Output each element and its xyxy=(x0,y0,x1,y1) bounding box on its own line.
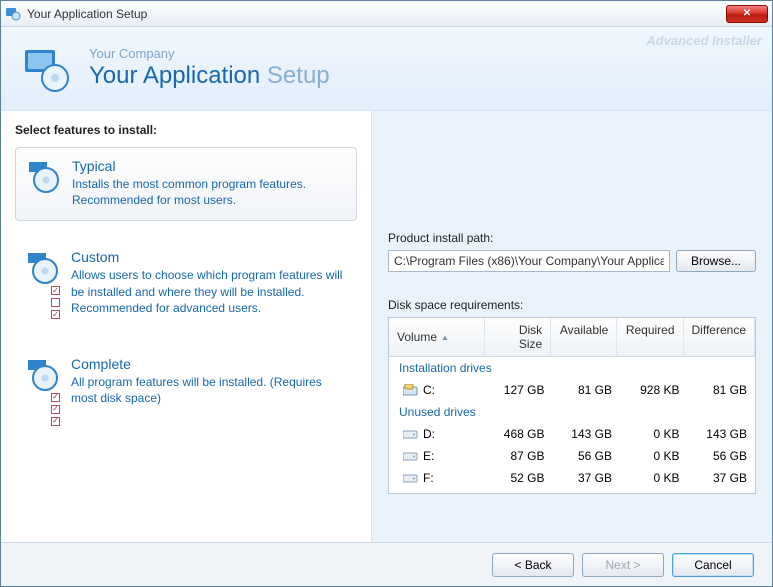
cell-diff: 37 GB xyxy=(688,469,756,487)
next-button: Next > xyxy=(582,553,664,577)
col-difference: Difference xyxy=(684,318,755,356)
cell-avail: 81 GB xyxy=(553,381,621,399)
col-volume: Volume xyxy=(397,330,437,344)
cell-req: 928 KB xyxy=(620,381,688,399)
app-icon xyxy=(5,6,21,22)
setup-word: Setup xyxy=(267,62,330,89)
cell-avail: 143 GB xyxy=(553,425,621,443)
table-row[interactable]: C: 127 GB 81 GB 928 KB 81 GB xyxy=(389,379,755,401)
col-available: Available xyxy=(551,318,617,356)
drive-icon xyxy=(403,428,419,440)
col-required: Required xyxy=(617,318,683,356)
drive-name: C: xyxy=(423,383,435,397)
table-header[interactable]: Volume ▲ Disk Size Available Required Di… xyxy=(389,318,755,357)
header-text: Your Company Your Application Setup xyxy=(89,47,330,90)
cancel-button[interactable]: Cancel xyxy=(672,553,754,577)
table-row[interactable]: F: 52 GB 37 GB 0 KB 37 GB xyxy=(389,467,755,493)
cell-size: 468 GB xyxy=(485,425,553,443)
disk-space-table: Volume ▲ Disk Size Available Required Di… xyxy=(388,317,756,494)
window-title: Your Application Setup xyxy=(27,7,726,21)
product-logo xyxy=(21,44,71,94)
drive-name: E: xyxy=(423,449,434,463)
header-banner: Your Company Your Application Setup Adva… xyxy=(1,27,772,111)
features-heading: Select features to install: xyxy=(15,123,357,137)
install-path-input[interactable] xyxy=(388,250,670,272)
feature-title: Complete xyxy=(71,356,347,372)
drive-icon xyxy=(403,450,419,462)
content-area: Select features to install: Typical Inst… xyxy=(1,111,772,542)
cell-avail: 37 GB xyxy=(553,469,621,487)
cell-size: 87 GB xyxy=(485,447,553,465)
browse-button[interactable]: Browse... xyxy=(676,250,756,272)
feature-title: Custom xyxy=(71,249,347,265)
drive-name: F: xyxy=(423,471,434,485)
drive-icon xyxy=(403,472,419,484)
col-disk-size: Disk Size xyxy=(485,318,551,356)
back-button[interactable]: < Back xyxy=(492,553,574,577)
company-name: Your Company xyxy=(89,47,330,62)
feature-option-custom[interactable]: Custom Allows users to choose which prog… xyxy=(15,239,357,328)
app-title: Your Application Setup xyxy=(89,62,330,90)
table-row[interactable]: E: 87 GB 56 GB 0 KB 56 GB xyxy=(389,445,755,467)
sort-asc-icon: ▲ xyxy=(441,333,449,342)
group-installation: Installation drives xyxy=(389,357,755,379)
wizard-footer: < Back Next > Cancel xyxy=(1,542,772,586)
feature-desc: All program features will be installed. … xyxy=(71,374,347,406)
close-icon: ✕ xyxy=(743,8,751,19)
close-button[interactable]: ✕ xyxy=(726,5,768,23)
titlebar: Your Application Setup ✕ xyxy=(1,1,772,27)
cell-diff: 56 GB xyxy=(688,447,756,465)
advanced-installer-watermark: Advanced Installer xyxy=(646,33,762,48)
feature-desc: Installs the most common program feature… xyxy=(72,176,346,208)
table-row[interactable]: D: 468 GB 143 GB 0 KB 143 GB xyxy=(389,423,755,445)
install-details-panel: Product install path: Browse... Disk spa… xyxy=(371,111,772,542)
disc-icon xyxy=(25,356,63,406)
drive-name: D: xyxy=(423,427,435,441)
feature-selection-panel: Select features to install: Typical Inst… xyxy=(1,111,371,542)
checkbox-decoration xyxy=(51,393,60,426)
cell-diff: 81 GB xyxy=(688,381,756,399)
checkbox-decoration xyxy=(51,286,60,319)
cell-diff: 143 GB xyxy=(688,425,756,443)
cell-size: 52 GB xyxy=(485,469,553,487)
feature-desc: Allows users to choose which program fea… xyxy=(71,267,347,316)
install-path-label: Product install path: xyxy=(388,231,756,245)
disk-space-label: Disk space requirements: xyxy=(388,298,756,312)
disc-icon xyxy=(26,158,64,208)
cell-size: 127 GB xyxy=(485,381,553,399)
feature-option-complete[interactable]: Complete All program features will be in… xyxy=(15,346,357,418)
drive-primary-icon xyxy=(403,384,419,396)
disc-icon xyxy=(25,249,63,316)
group-unused: Unused drives xyxy=(389,401,755,423)
feature-title: Typical xyxy=(72,158,346,174)
installer-window: Your Application Setup ✕ Your Company Yo… xyxy=(0,0,773,587)
cell-req: 0 KB xyxy=(620,469,688,487)
cell-req: 0 KB xyxy=(620,425,688,443)
cell-req: 0 KB xyxy=(620,447,688,465)
feature-option-typical[interactable]: Typical Installs the most common program… xyxy=(15,147,357,221)
app-name: Your Application xyxy=(89,62,260,89)
cell-avail: 56 GB xyxy=(553,447,621,465)
